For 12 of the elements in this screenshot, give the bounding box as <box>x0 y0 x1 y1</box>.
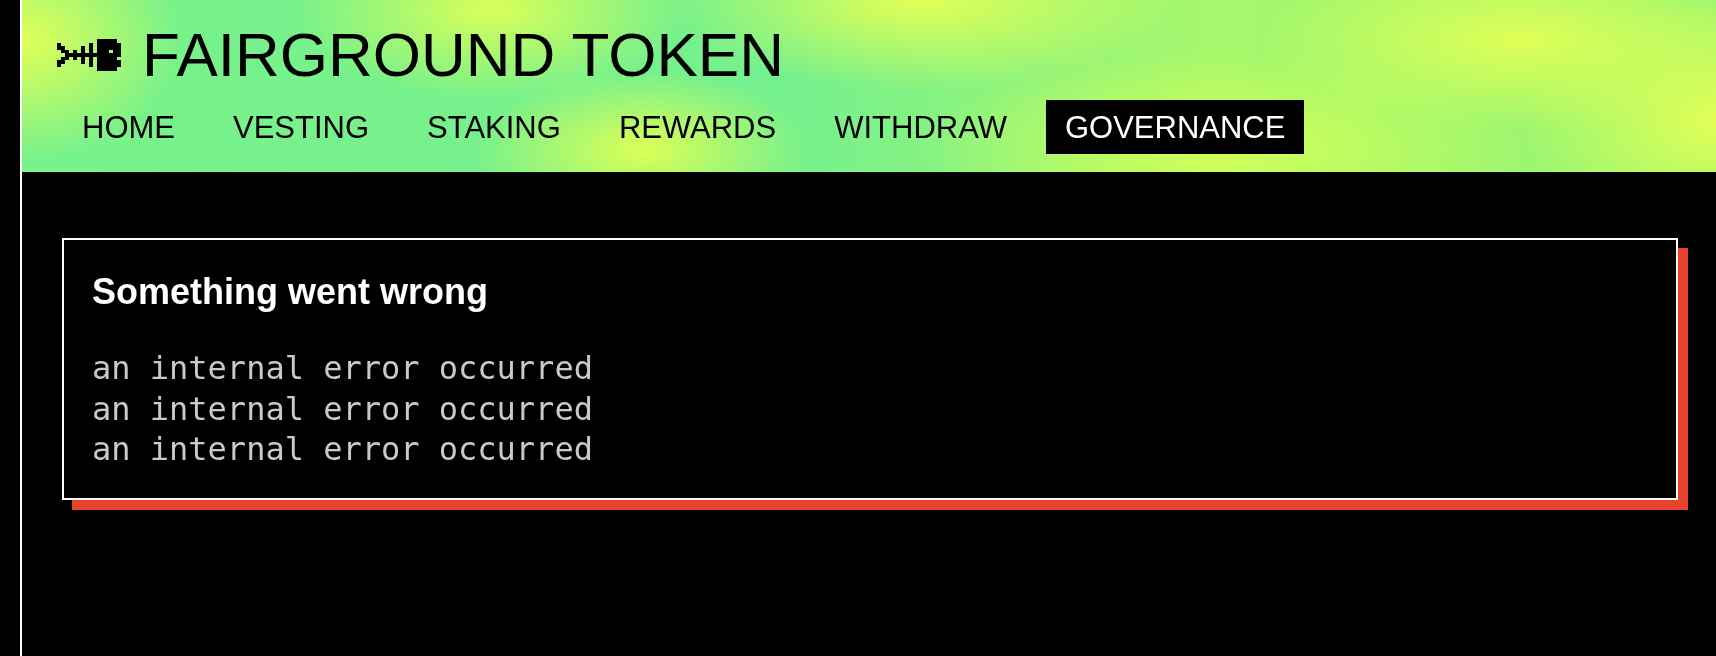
nav-tab[interactable]: REWARDS <box>599 100 796 154</box>
nav-tab[interactable]: STAKING <box>408 100 580 154</box>
error-title: Something went wrong <box>92 270 489 314</box>
site-title: FAIRGROUND TOKEN <box>142 24 784 86</box>
nav-tab[interactable]: VESTING <box>214 100 389 154</box>
nav-tab[interactable]: WITHDRAW <box>815 100 1026 154</box>
error-message: an internal error occurred <box>92 388 593 430</box>
nav-tab[interactable]: HOME <box>63 100 194 154</box>
fish-skeleton-icon <box>57 39 121 71</box>
error-message: an internal error occurred <box>92 348 593 389</box>
nav-tab[interactable]: GOVERNANCE <box>1045 100 1305 154</box>
error-message: an internal error occurred <box>92 429 593 470</box>
